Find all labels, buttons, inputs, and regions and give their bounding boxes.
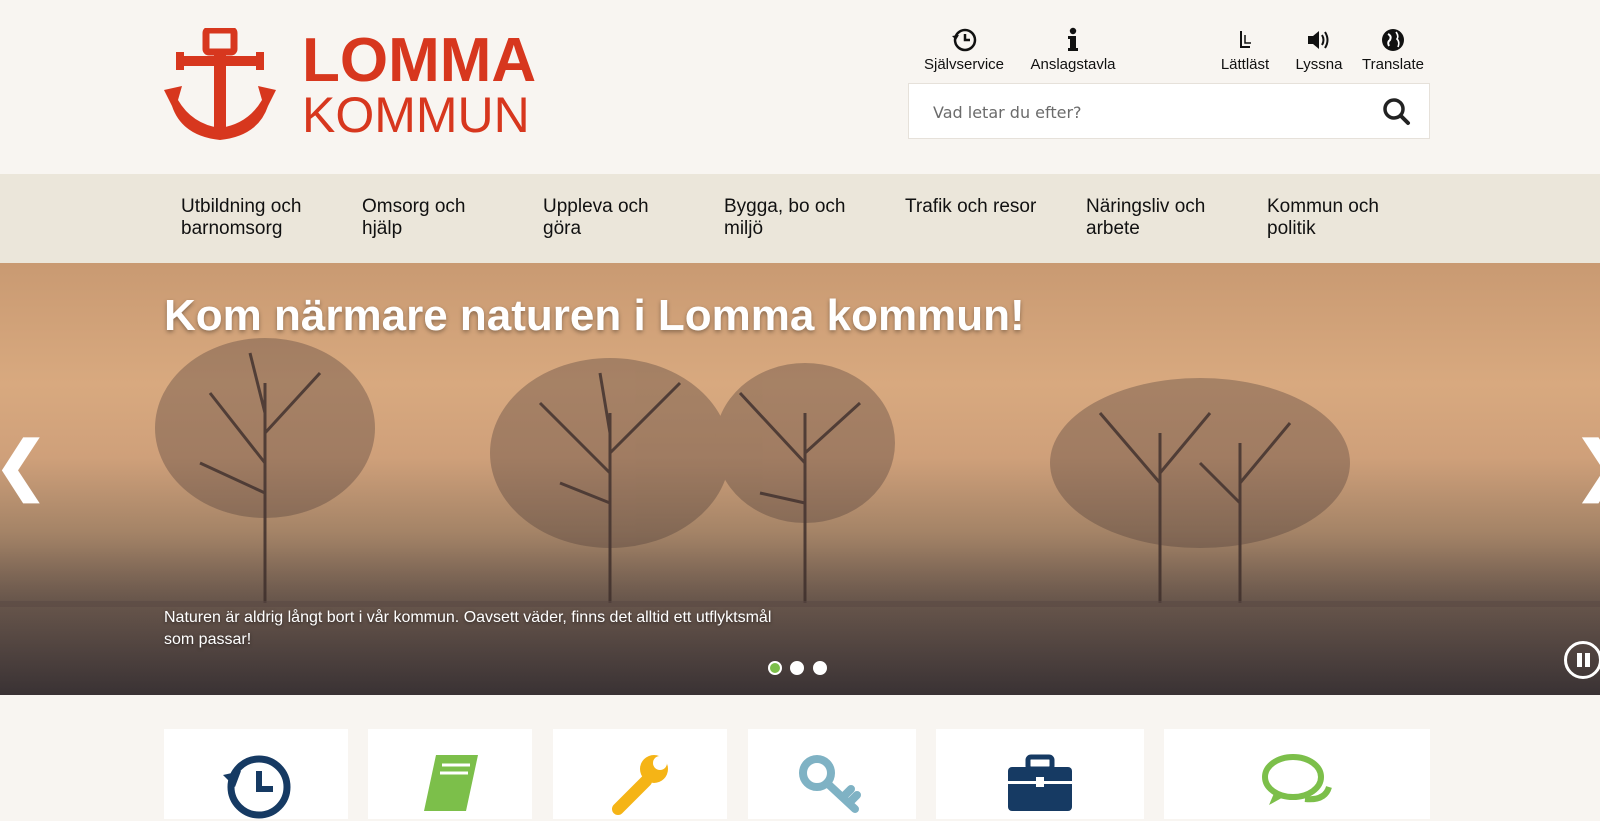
easy-read-icon: [1240, 31, 1251, 48]
tool-label: Translate: [1362, 56, 1424, 73]
carousel-prev-button[interactable]: ❮: [0, 433, 48, 497]
key-icon: [799, 755, 861, 813]
carousel-dot-1[interactable]: [768, 661, 782, 675]
nav-item-uppleva[interactable]: Uppleva och göra: [543, 196, 673, 240]
card-briefcase[interactable]: [936, 729, 1144, 819]
nav-item-naringsliv[interactable]: Näringsliv och arbete: [1086, 196, 1231, 240]
clock-24h-icon: [223, 755, 291, 819]
site-logo[interactable]: LOMMA KOMMUN: [162, 26, 562, 143]
tool-anslagstavla[interactable]: Anslagstavla: [1024, 26, 1122, 73]
anchor-icon: [164, 28, 276, 140]
tool-label: Lättläst: [1220, 56, 1270, 73]
card-key[interactable]: [748, 729, 916, 819]
card-chat[interactable]: [1164, 729, 1430, 819]
clock-24h-icon: [952, 28, 977, 52]
card-sjalvservice[interactable]: [164, 729, 348, 819]
briefcase-icon: [1008, 754, 1072, 811]
card-book[interactable]: [368, 729, 532, 819]
logo-wordmark: LOMMA KOMMUN: [302, 26, 537, 143]
search-button[interactable]: [1379, 94, 1415, 130]
hero-carousel: Kom närmare naturen i Lomma kommun! Natu…: [0, 263, 1600, 695]
search-icon: [1383, 98, 1410, 125]
speaker-icon: [1308, 31, 1329, 49]
nav-item-utbildning[interactable]: Utbildning och barnomsorg: [181, 196, 346, 240]
search-input[interactable]: [931, 98, 1355, 126]
tool-translate[interactable]: Translate: [1356, 26, 1430, 73]
nav-item-kommun[interactable]: Kommun och politik: [1267, 196, 1412, 240]
main-nav: Utbildning och barnomsorg Omsorg och hjä…: [0, 174, 1600, 263]
tool-lattlast[interactable]: Lättläst: [1214, 26, 1276, 73]
carousel-dot-3[interactable]: [812, 661, 827, 675]
site-header: LOMMA KOMMUN Självservice Anslagstavla L…: [0, 0, 1600, 174]
tool-label: Självservice: [923, 56, 1005, 73]
carousel-dots: [768, 661, 831, 680]
hero-title: Kom närmare naturen i Lomma kommun!: [164, 291, 1025, 340]
carousel-next-button[interactable]: ❯: [1574, 433, 1600, 497]
wrench-icon: [612, 755, 668, 815]
book-icon: [424, 755, 478, 811]
tool-sjalvservice[interactable]: Självservice: [916, 26, 1012, 73]
nav-item-omsorg[interactable]: Omsorg och hjälp: [362, 196, 492, 240]
card-wrench[interactable]: [553, 729, 727, 819]
search-box: [908, 83, 1430, 139]
nav-item-trafik[interactable]: Trafik och resor: [905, 196, 1065, 218]
info-icon: [1068, 27, 1078, 51]
tool-label: Lyssna: [1295, 56, 1343, 73]
nav-item-bygga[interactable]: Bygga, bo och miljö: [724, 196, 869, 240]
hero-text: Naturen är aldrig långt bort i vår kommu…: [164, 609, 772, 648]
tool-label: Anslagstavla: [1030, 56, 1116, 73]
logo-line-1: LOMMA: [302, 26, 537, 95]
globe-icon: [1382, 29, 1404, 51]
chat-icon: [1262, 754, 1332, 805]
carousel-dot-2[interactable]: [790, 661, 805, 675]
tool-lyssna[interactable]: Lyssna: [1290, 26, 1348, 73]
shortcut-cards: [0, 729, 1600, 819]
carousel-pause-button[interactable]: [1564, 641, 1600, 679]
logo-line-2: KOMMUN: [302, 87, 530, 143]
